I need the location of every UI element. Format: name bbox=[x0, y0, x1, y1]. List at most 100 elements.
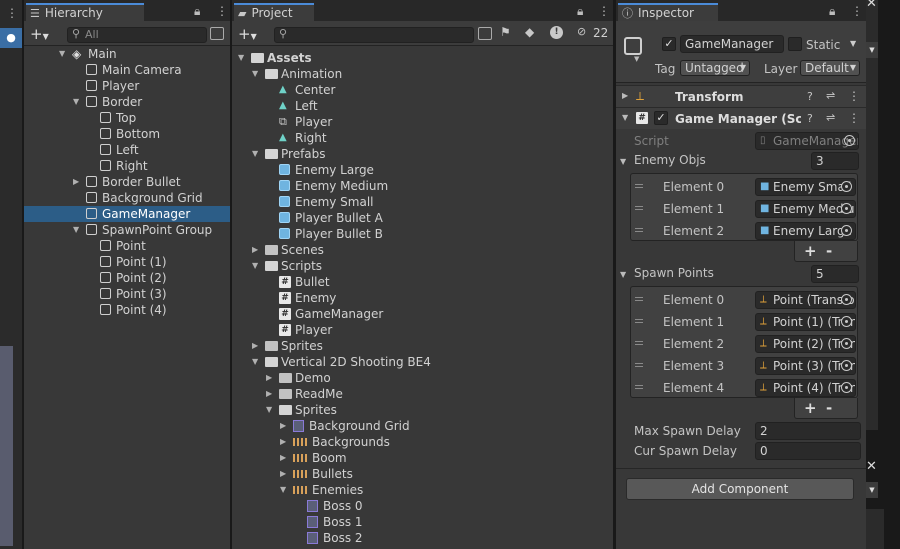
hierarchy-item[interactable]: Left bbox=[24, 142, 230, 158]
project-item[interactable]: Enemy Large bbox=[232, 162, 613, 178]
object-picker-icon[interactable] bbox=[841, 225, 852, 236]
project-item[interactable]: ▼ Enemies bbox=[232, 482, 613, 498]
hierarchy-item[interactable]: Point (2) bbox=[24, 270, 230, 286]
hierarchy-search-input[interactable]: ⚲ All bbox=[67, 27, 207, 43]
drag-handle-icon[interactable] bbox=[635, 319, 643, 323]
collapsed-arrow-icon[interactable]: ▶ bbox=[252, 338, 258, 354]
object-picker-icon[interactable] bbox=[841, 203, 852, 214]
project-item[interactable]: Player Bullet A bbox=[232, 210, 613, 226]
object-reference-field[interactable]: ⟂Point (3) (Transform) bbox=[755, 357, 856, 375]
tag-dropdown[interactable]: Untagged ▼ bbox=[680, 60, 750, 76]
scene-light-icon[interactable]: ● bbox=[0, 28, 22, 48]
add-element-button[interactable]: + bbox=[804, 242, 817, 260]
enemy-objs-foldout[interactable]: ▼ Enemy Objs bbox=[620, 153, 706, 167]
tab-project[interactable]: ▰ Project bbox=[234, 3, 314, 21]
project-item[interactable]: # Enemy bbox=[232, 290, 613, 306]
drag-handle-icon[interactable] bbox=[635, 206, 643, 210]
expand-arrow-icon[interactable]: ▼ bbox=[266, 402, 272, 418]
object-reference-field[interactable]: ⟂Point (2) (Transform) bbox=[755, 335, 856, 353]
create-button[interactable]: +▼ bbox=[30, 25, 49, 43]
spawn-points-size-field[interactable]: 5 bbox=[811, 265, 859, 283]
object-picker-icon[interactable] bbox=[841, 181, 852, 192]
search-by-type-icon[interactable] bbox=[478, 27, 492, 40]
hierarchy-item[interactable]: Top bbox=[24, 110, 230, 126]
object-picker-icon[interactable] bbox=[841, 294, 852, 305]
max-spawn-delay-field[interactable]: 2 bbox=[755, 422, 861, 440]
more-menu-icon[interactable]: ⋮ bbox=[216, 4, 228, 18]
layer-dropdown[interactable]: Default ▼ bbox=[800, 60, 860, 76]
project-item[interactable]: ▼ Assets bbox=[232, 50, 613, 66]
project-item[interactable]: ▶ Boom bbox=[232, 450, 613, 466]
static-checkbox[interactable] bbox=[788, 37, 802, 51]
filter-label-icon[interactable]: ◆ bbox=[525, 25, 534, 39]
hierarchy-item[interactable]: Player bbox=[24, 78, 230, 94]
splitter[interactable] bbox=[613, 0, 615, 549]
close-icon[interactable]: ✕ bbox=[866, 0, 877, 11]
lock-icon[interactable]: 🔒︎ bbox=[577, 4, 583, 19]
preset-icon[interactable]: ⇌ bbox=[826, 89, 835, 102]
more-menu-icon[interactable]: ⋮ bbox=[848, 89, 860, 103]
hierarchy-item[interactable]: Main Camera bbox=[24, 62, 230, 78]
project-item[interactable]: ▶ Bullets bbox=[232, 466, 613, 482]
hierarchy-item[interactable]: Point (1) bbox=[24, 254, 230, 270]
project-item[interactable]: Boss 0 bbox=[232, 498, 613, 514]
project-item[interactable]: ▲ Center bbox=[232, 82, 613, 98]
tab-hierarchy[interactable]: ☰ Hierarchy bbox=[26, 3, 144, 21]
gameobject-icon-dropdown[interactable]: ▼ bbox=[634, 55, 639, 63]
hierarchy-item[interactable]: Point bbox=[24, 238, 230, 254]
close-icon[interactable]: ✕ bbox=[866, 459, 877, 474]
project-item[interactable]: Boss 1 bbox=[232, 514, 613, 530]
project-item[interactable]: ▶ Scenes bbox=[232, 242, 613, 258]
remove-element-button[interactable]: - bbox=[826, 242, 832, 260]
scene-view-strip[interactable]: ⋮ ● bbox=[0, 0, 23, 549]
lock-icon[interactable]: 🔒︎ bbox=[194, 4, 200, 19]
expand-arrow-icon[interactable]: ▼ bbox=[59, 46, 65, 62]
more-menu-icon[interactable]: ⋮ bbox=[851, 4, 863, 18]
object-picker-icon[interactable] bbox=[841, 338, 852, 349]
scene-visibility-icon[interactable] bbox=[210, 27, 224, 40]
collapsed-arrow-icon[interactable]: ▶ bbox=[266, 386, 272, 402]
dropdown-icon[interactable]: ▼ bbox=[866, 42, 878, 58]
object-picker-icon[interactable] bbox=[841, 316, 852, 327]
help-icon[interactable]: ? bbox=[807, 90, 813, 103]
more-menu-icon[interactable]: ⋮ bbox=[848, 111, 860, 125]
drag-handle-icon[interactable] bbox=[635, 297, 643, 301]
project-item[interactable]: ▼ Sprites bbox=[232, 402, 613, 418]
collapsed-arrow-icon[interactable]: ▶ bbox=[252, 242, 258, 258]
scene-menu-icon[interactable]: ⋮ bbox=[6, 6, 18, 20]
collapsed-arrow-icon[interactable]: ▶ bbox=[73, 174, 79, 190]
project-item[interactable]: Player Bullet B bbox=[232, 226, 613, 242]
add-component-button[interactable]: Add Component bbox=[626, 478, 854, 500]
object-reference-field[interactable]: ⟂Point (Transform) bbox=[755, 291, 856, 309]
tab-inspector[interactable]: ⓘ Inspector bbox=[618, 3, 718, 21]
expand-arrow-icon[interactable]: ▼ bbox=[252, 66, 258, 82]
project-item[interactable]: # Player bbox=[232, 322, 613, 338]
object-reference-field[interactable]: ⟂Point (1) (Transform) bbox=[755, 313, 856, 331]
more-menu-icon[interactable]: ⋮ bbox=[598, 4, 610, 18]
project-item[interactable]: ▼ Vertical 2D Shooting BE4 bbox=[232, 354, 613, 370]
project-item[interactable]: ▶ ReadMe bbox=[232, 386, 613, 402]
component-enabled-checkbox[interactable]: ✓ bbox=[654, 111, 668, 125]
drag-handle-icon[interactable] bbox=[635, 228, 643, 232]
hierarchy-item[interactable]: GameManager bbox=[24, 206, 230, 222]
spawn-points-foldout[interactable]: ▼ Spawn Points bbox=[620, 266, 714, 280]
project-item[interactable]: ▶ Demo bbox=[232, 370, 613, 386]
drag-handle-icon[interactable] bbox=[635, 184, 643, 188]
object-reference-field[interactable]: ⟂Point (4) (Transform) bbox=[755, 379, 856, 397]
drag-handle-icon[interactable] bbox=[635, 341, 643, 345]
project-item[interactable]: Enemy Small bbox=[232, 194, 613, 210]
expand-arrow-icon[interactable]: ▼ bbox=[73, 94, 79, 110]
cur-spawn-delay-field[interactable]: 0 bbox=[755, 442, 861, 460]
project-item[interactable]: ▲ Right bbox=[232, 130, 613, 146]
object-reference-field[interactable]: ■ Enemy Small bbox=[755, 178, 856, 196]
project-item[interactable]: ▲ Left bbox=[232, 98, 613, 114]
info-icon[interactable]: ! bbox=[550, 26, 563, 39]
project-item[interactable]: ▼ Prefabs bbox=[232, 146, 613, 162]
drag-handle-icon[interactable] bbox=[635, 363, 643, 367]
collapsed-arrow-icon[interactable]: ▶ bbox=[280, 418, 286, 434]
object-reference-field[interactable]: ■Enemy Medium bbox=[755, 200, 856, 218]
expand-arrow-icon[interactable]: ▼ bbox=[252, 354, 258, 370]
project-item[interactable]: Enemy Medium bbox=[232, 178, 613, 194]
hierarchy-item[interactable]: ▼ Border bbox=[24, 94, 230, 110]
project-item[interactable]: ▶ Backgrounds bbox=[232, 434, 613, 450]
